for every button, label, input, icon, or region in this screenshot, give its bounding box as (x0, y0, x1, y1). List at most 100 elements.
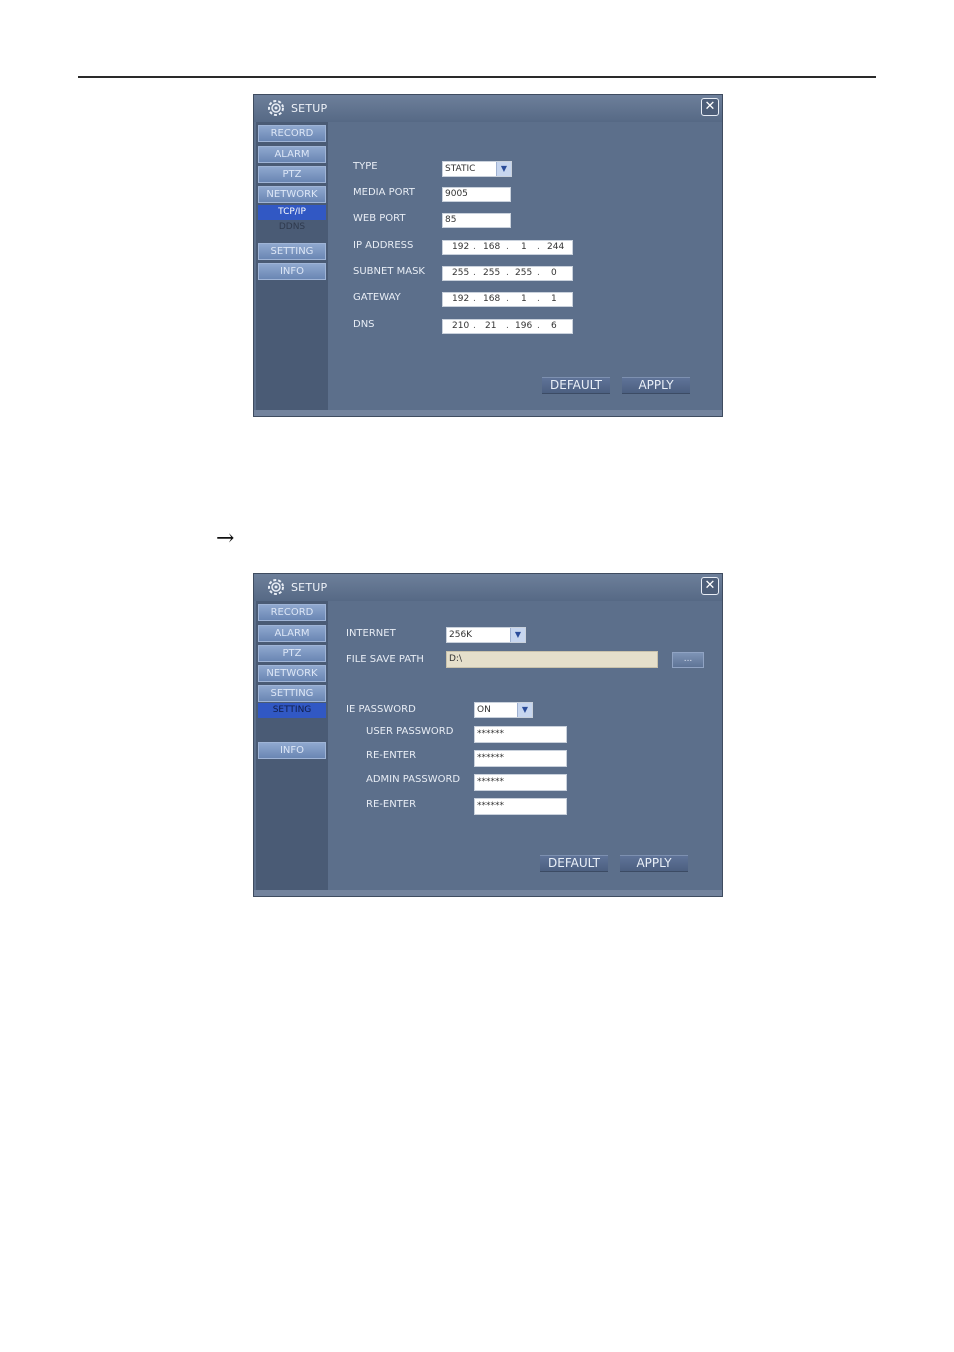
chevron-down-icon: ▼ (510, 628, 525, 642)
ip-dot: . (473, 242, 476, 252)
ip-octet-4[interactable]: 244 (547, 242, 564, 252)
reenter-user-password-input[interactable]: ****** (474, 750, 567, 767)
sidebar-item-info[interactable]: INFO (258, 263, 326, 280)
ip-dot: . (537, 242, 540, 252)
gateway-octet-2[interactable]: 168 (483, 294, 500, 304)
sidebar-item-info[interactable]: INFO (258, 742, 326, 759)
reenter-user-password-label: RE-ENTER (366, 750, 417, 761)
sidebar-subitem-ddns[interactable]: DDNS (258, 220, 326, 235)
subnet-octet-2[interactable]: 255 (483, 268, 500, 278)
gear-icon (268, 579, 284, 595)
sidebar-item-setting[interactable]: SETTING (258, 243, 326, 260)
chevron-down-icon: ▼ (496, 162, 511, 176)
gateway-octet-3[interactable]: 1 (521, 294, 527, 304)
dns-octet-1[interactable]: 210 (452, 321, 469, 331)
ip-octet-1[interactable]: 192 (452, 242, 469, 252)
type-select[interactable]: STATIC ▼ (442, 161, 512, 177)
sidebar-item-record[interactable]: RECORD (258, 125, 326, 142)
type-select-value: STATIC (445, 164, 476, 174)
gateway-label: GATEWAY (353, 292, 401, 303)
subnet-octet-3[interactable]: 255 (515, 268, 532, 278)
internet-select-value: 256K (449, 630, 473, 640)
sidebar-subitem-tcpip[interactable]: TCP/IP (258, 205, 326, 220)
ip-dot: . (473, 321, 476, 331)
type-label: TYPE (353, 161, 378, 172)
gateway-octet-4[interactable]: 1 (551, 294, 557, 304)
ip-octet-3[interactable]: 1 (521, 242, 527, 252)
admin-password-label: ADMIN PASSWORD (366, 774, 461, 785)
title-bar[interactable]: SETUP ✕ (254, 95, 722, 122)
dns-octet-2[interactable]: 21 (485, 321, 496, 331)
ip-dot: . (473, 294, 476, 304)
subnet-mask-label: SUBNET MASK (353, 266, 425, 277)
subnet-octet-4[interactable]: 0 (551, 268, 557, 278)
apply-button[interactable]: APPLY (622, 377, 690, 394)
chevron-down-icon: ▼ (517, 703, 532, 717)
default-button[interactable]: DEFAULT (540, 855, 608, 872)
sidebar: RECORD ALARM PTZ NETWORK TCP/IP DDNS SET… (256, 122, 328, 410)
default-button[interactable]: DEFAULT (542, 377, 610, 394)
setting-panel: INTERNET 256K ▼ FILE SAVE PATH D:\ ... I… (328, 601, 722, 890)
dns-input[interactable]: 210 . 21 . 196 . 6 (442, 319, 573, 334)
internet-label: INTERNET (346, 628, 396, 639)
media-port-input[interactable]: 9005 (442, 187, 511, 202)
window-title: SETUP (291, 581, 328, 594)
browse-button[interactable]: ... (672, 652, 704, 668)
internet-select[interactable]: 256K ▼ (446, 627, 526, 643)
ip-dot: . (537, 268, 540, 278)
user-password-input[interactable]: ****** (474, 726, 567, 743)
close-icon[interactable]: ✕ (701, 577, 719, 595)
ip-dot: . (506, 268, 509, 278)
network-settings-panel: TYPE STATIC ▼ MEDIA PORT 9005 WEB PORT 8… (328, 122, 722, 410)
dns-octet-3[interactable]: 196 (515, 321, 532, 331)
window-bottom-edge (254, 890, 722, 896)
ip-dot: . (506, 294, 509, 304)
subnet-mask-input[interactable]: 255 . 255 . 255 . 0 (442, 266, 573, 281)
setup-window-network: SETUP ✕ RECORD ALARM PTZ NETWORK TCP/IP … (253, 94, 723, 417)
ip-dot: . (537, 321, 540, 331)
sidebar-item-record[interactable]: RECORD (258, 604, 326, 621)
reenter-admin-password-label: RE-ENTER (366, 799, 417, 810)
dns-octet-4[interactable]: 6 (551, 321, 557, 331)
apply-button[interactable]: APPLY (620, 855, 688, 872)
ie-password-select-value: ON (477, 705, 491, 715)
ip-dot: . (473, 268, 476, 278)
sidebar-item-network[interactable]: NETWORK (258, 665, 326, 682)
reenter-admin-password-input[interactable]: ****** (474, 798, 567, 815)
web-port-input[interactable]: 85 (442, 213, 511, 228)
ie-password-label: IE PASSWORD (346, 704, 416, 715)
page-top-rule (78, 76, 876, 78)
sidebar: RECORD ALARM PTZ NETWORK SETTING SETTING… (256, 601, 328, 890)
ip-address-label: IP ADDRESS (353, 240, 414, 251)
sidebar-item-ptz[interactable]: PTZ (258, 645, 326, 662)
sidebar-item-ptz[interactable]: PTZ (258, 166, 326, 183)
dns-label: DNS (353, 319, 375, 330)
gateway-input[interactable]: 192 . 168 . 1 . 1 (442, 292, 573, 307)
sidebar-subitem-setting[interactable]: SETTING (258, 703, 326, 718)
title-bar[interactable]: SETUP ✕ (254, 574, 722, 601)
flow-arrow: → (216, 526, 235, 551)
user-password-label: USER PASSWORD (366, 726, 454, 737)
setup-window-setting: SETUP ✕ RECORD ALARM PTZ NETWORK SETTING… (253, 573, 723, 897)
gateway-octet-1[interactable]: 192 (452, 294, 469, 304)
sidebar-item-alarm[interactable]: ALARM (258, 146, 326, 163)
sidebar-item-network[interactable]: NETWORK (258, 186, 326, 203)
file-save-path-label: FILE SAVE PATH (346, 654, 424, 665)
admin-password-input[interactable]: ****** (474, 774, 567, 791)
ip-dot: . (506, 321, 509, 331)
media-port-label: MEDIA PORT (353, 187, 415, 198)
ie-password-select[interactable]: ON ▼ (474, 702, 533, 718)
close-icon[interactable]: ✕ (701, 98, 719, 116)
gear-icon (268, 100, 284, 116)
ip-dot: . (537, 294, 540, 304)
window-title: SETUP (291, 102, 328, 115)
window-bottom-edge (254, 410, 722, 416)
sidebar-item-setting[interactable]: SETTING (258, 685, 326, 702)
subnet-octet-1[interactable]: 255 (452, 268, 469, 278)
ip-octet-2[interactable]: 168 (483, 242, 500, 252)
sidebar-item-alarm[interactable]: ALARM (258, 625, 326, 642)
ip-address-input[interactable]: 192 . 168 . 1 . 244 (442, 240, 573, 255)
file-save-path-input[interactable]: D:\ (446, 651, 658, 668)
web-port-label: WEB PORT (353, 213, 406, 224)
ip-dot: . (506, 242, 509, 252)
